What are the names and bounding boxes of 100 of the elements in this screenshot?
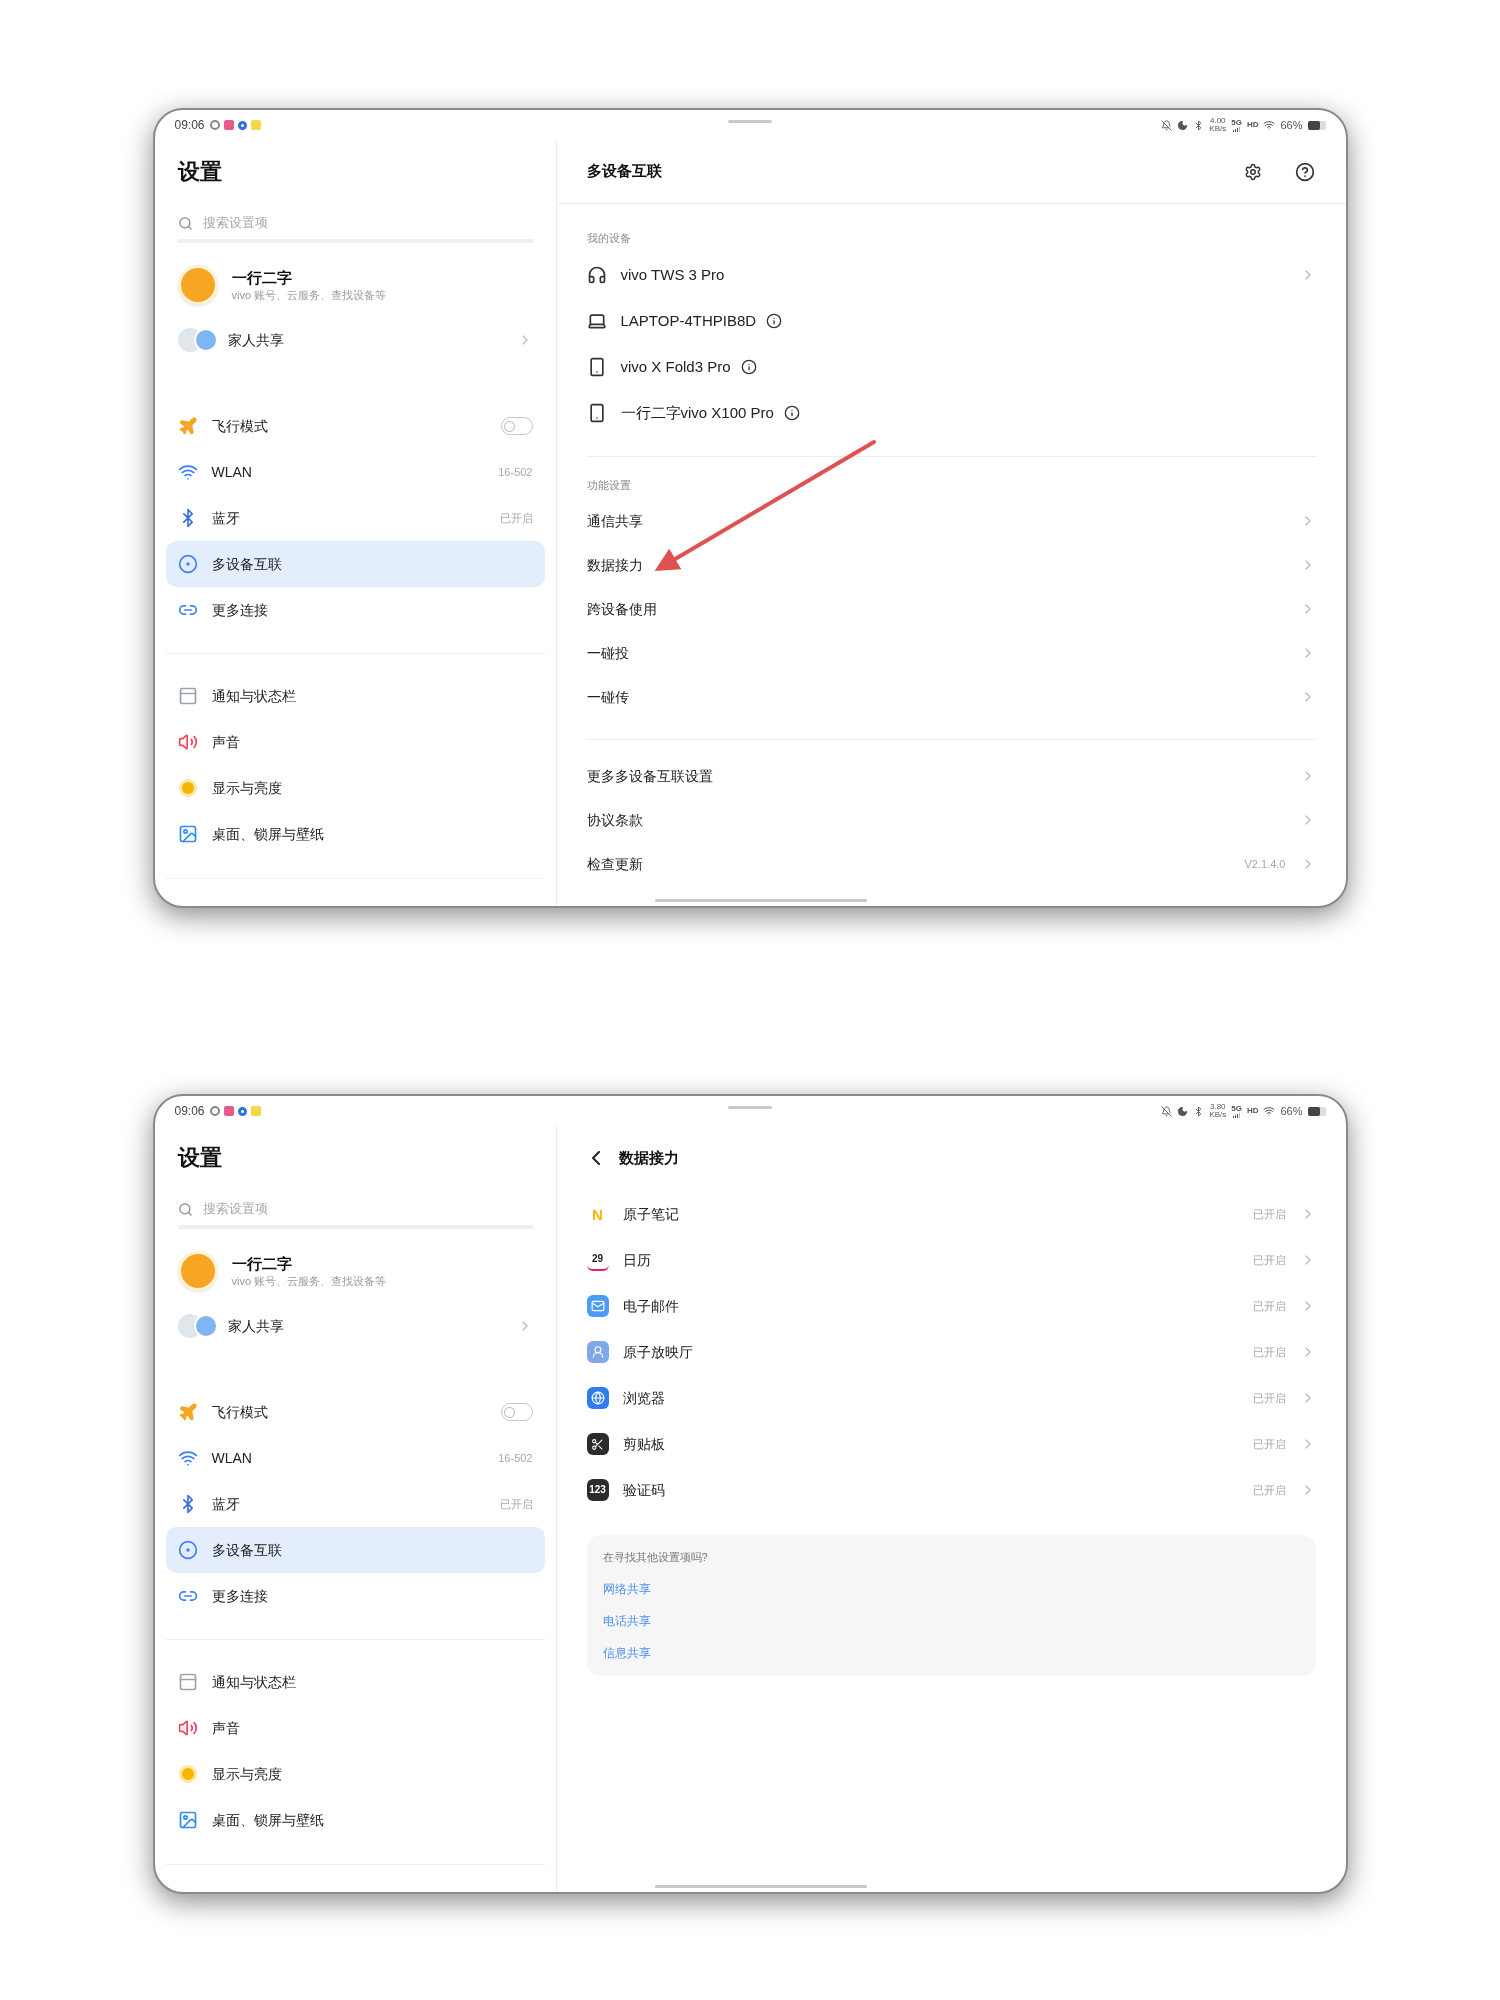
app-name: 日历 <box>622 1250 652 1270</box>
sidebar-item[interactable]: 飞行模式 <box>165 1389 545 1435</box>
sidebar-item[interactable]: WLAN 16-502 <box>165 449 545 495</box>
sidebar-item[interactable]: 通知与状态栏 <box>165 1659 545 1705</box>
family-sharing-row[interactable]: 家人共享 <box>177 1306 533 1346</box>
help-button[interactable] <box>1293 160 1316 183</box>
app-row[interactable]: 电子邮件 已开启 <box>586 1283 1316 1329</box>
headphones-icon <box>586 265 607 285</box>
drag-handle[interactable] <box>728 119 772 123</box>
account-row[interactable]: 一行二字 vivo 账号、云服务、查找设备等 <box>177 1243 533 1299</box>
notification-icons-drawing <box>209 1106 261 1116</box>
settings-row[interactable]: 一碰传 <box>586 675 1316 719</box>
settings-row[interactable]: 一碰投 <box>586 631 1316 675</box>
app-status: 已开启 <box>1252 1344 1286 1360</box>
search-field[interactable]: 搜索设置项 <box>202 213 533 233</box>
device-name: vivo X Fold3 Pro <box>620 356 731 377</box>
family-sharing-row[interactable]: 家人共享 <box>177 320 533 360</box>
settings-label: 一碰投 <box>586 643 629 663</box>
sidebar-item[interactable]: 通知与状态栏 <box>165 673 545 719</box>
sidebar-item[interactable]: 飞行模式 <box>165 403 545 449</box>
brightness-icon <box>178 1765 197 1783</box>
device-row[interactable]: vivo X Fold3 Pro <box>586 344 1316 390</box>
app-row[interactable]: N 原子笔记 已开启 <box>586 1191 1316 1237</box>
network-type: 5G <box>1231 118 1242 127</box>
info-icon[interactable] <box>740 359 757 375</box>
sidebar-item[interactable]: 桌面、锁屏与壁纸 <box>165 1797 545 1843</box>
sidebar-item[interactable]: 显示与亮度 <box>165 765 545 811</box>
sidebar-item[interactable]: 更多连接 <box>165 587 545 633</box>
app-row[interactable]: 123 验证码 已开启 <box>586 1467 1316 1513</box>
settings-row[interactable]: 数据接力 <box>586 543 1316 587</box>
app-row[interactable]: 浏览器 已开启 <box>586 1375 1316 1421</box>
connected-devices-icon <box>177 554 198 574</box>
app-row[interactable]: 剪贴板 已开启 <box>586 1421 1316 1467</box>
wifi-icon <box>177 1448 198 1468</box>
help-icon <box>1294 161 1315 182</box>
settings-row[interactable]: 更多多设备互联设置 <box>586 754 1316 798</box>
sidebar-item[interactable]: 声音 <box>165 719 545 765</box>
notification-icons-drawing <box>209 120 261 130</box>
settings-row[interactable]: 检查更新 V2.1.4.0 <box>586 842 1316 886</box>
app-name: 原子放映厅 <box>622 1342 694 1362</box>
settings-label: 数据接力 <box>586 555 643 575</box>
sidebar-item-label: 多设备互联 <box>211 1540 283 1560</box>
device-row[interactable]: vivo TWS 3 Pro <box>586 252 1316 298</box>
airplane-icon <box>177 1402 198 1422</box>
device-row[interactable]: 一行二字vivo X100 Pro <box>586 390 1316 436</box>
info-icon[interactable] <box>783 405 800 421</box>
app-row[interactable]: 原子放映厅 已开启 <box>586 1329 1316 1375</box>
device-row[interactable]: LAPTOP-4THPIB8D <box>586 298 1316 344</box>
toggle-switch[interactable] <box>500 417 533 435</box>
sidebar-item[interactable]: 蓝牙 已开启 <box>165 495 545 541</box>
sidebar-item-value: 16-502 <box>498 1450 533 1466</box>
settings-icon <box>1243 162 1262 181</box>
settings-row[interactable]: 跨设备使用 <box>586 587 1316 631</box>
sidebar-item-label: WLAN <box>211 1448 253 1468</box>
sidebar-item[interactable]: WLAN 16-502 <box>165 1435 545 1481</box>
app-status: 已开启 <box>1252 1252 1286 1268</box>
battery-icon <box>1307 1106 1326 1116</box>
toggle-switch[interactable] <box>500 1403 533 1421</box>
sidebar-item[interactable]: 桌面、锁屏与壁纸 <box>165 811 545 857</box>
app-status: 已开启 <box>1252 1482 1286 1498</box>
info-icon[interactable] <box>766 313 783 329</box>
app-status: 已开启 <box>1252 1206 1286 1222</box>
sidebar-item-label: 更多连接 <box>211 1586 269 1606</box>
settings-label: 通信共享 <box>586 511 643 531</box>
sidebar-item-label: 蓝牙 <box>211 508 241 528</box>
drag-handle[interactable] <box>728 1105 772 1109</box>
sidebar-item-label: 通知与状态栏 <box>211 686 297 706</box>
settings-label: 一碰传 <box>586 687 629 707</box>
sidebar-item[interactable]: 多设备互联 <box>165 1527 545 1573</box>
settings-label: 检查更新 <box>586 854 643 874</box>
settings-row[interactable]: 通信共享 <box>586 499 1316 543</box>
sidebar-item[interactable]: 蓝牙 已开启 <box>165 1481 545 1527</box>
sidebar-item-label: 蓝牙 <box>211 1494 241 1514</box>
battery-percent: 66% <box>1280 1103 1303 1119</box>
status-time: 09:06 <box>174 1103 205 1120</box>
wifi-icon <box>177 462 198 482</box>
sidebar-item-label: 桌面、锁屏与壁纸 <box>211 824 325 844</box>
wallpaper-icon <box>177 1810 198 1830</box>
sidebar-item-label: 更多连接 <box>211 600 269 620</box>
sidebar-item[interactable]: 显示与亮度 <box>165 1751 545 1797</box>
battery-icon <box>1307 120 1326 130</box>
sidebar-item[interactable]: 声音 <box>165 1705 545 1751</box>
network-type: 5G <box>1231 1104 1242 1113</box>
network-speed: 3.80 <box>1210 1103 1226 1111</box>
search-field[interactable]: 搜索设置项 <box>202 1199 533 1219</box>
clipboard-app-icon <box>586 1433 609 1455</box>
sidebar-item-label: 声音 <box>211 1718 241 1738</box>
settings-row[interactable]: 协议条款 <box>586 798 1316 842</box>
account-subtitle: vivo 账号、云服务、查找设备等 <box>231 1273 387 1289</box>
browser-app-icon <box>586 1387 609 1409</box>
sidebar-item[interactable]: 多设备互联 <box>165 541 545 587</box>
device-name: vivo TWS 3 Pro <box>620 264 725 285</box>
speaker-icon <box>177 732 198 752</box>
app-row[interactable]: 29 日历 已开启 <box>586 1237 1316 1283</box>
sidebar-item-value: 16-502 <box>498 464 533 480</box>
verification-code-app-icon: 123 <box>586 1479 609 1501</box>
sidebar-item[interactable]: 更多连接 <box>165 1573 545 1619</box>
account-row[interactable]: 一行二字 vivo 账号、云服务、查找设备等 <box>177 257 533 313</box>
settings-label: 更多多设备互联设置 <box>586 766 713 786</box>
device-name: 一行二字vivo X100 Pro <box>620 402 774 423</box>
